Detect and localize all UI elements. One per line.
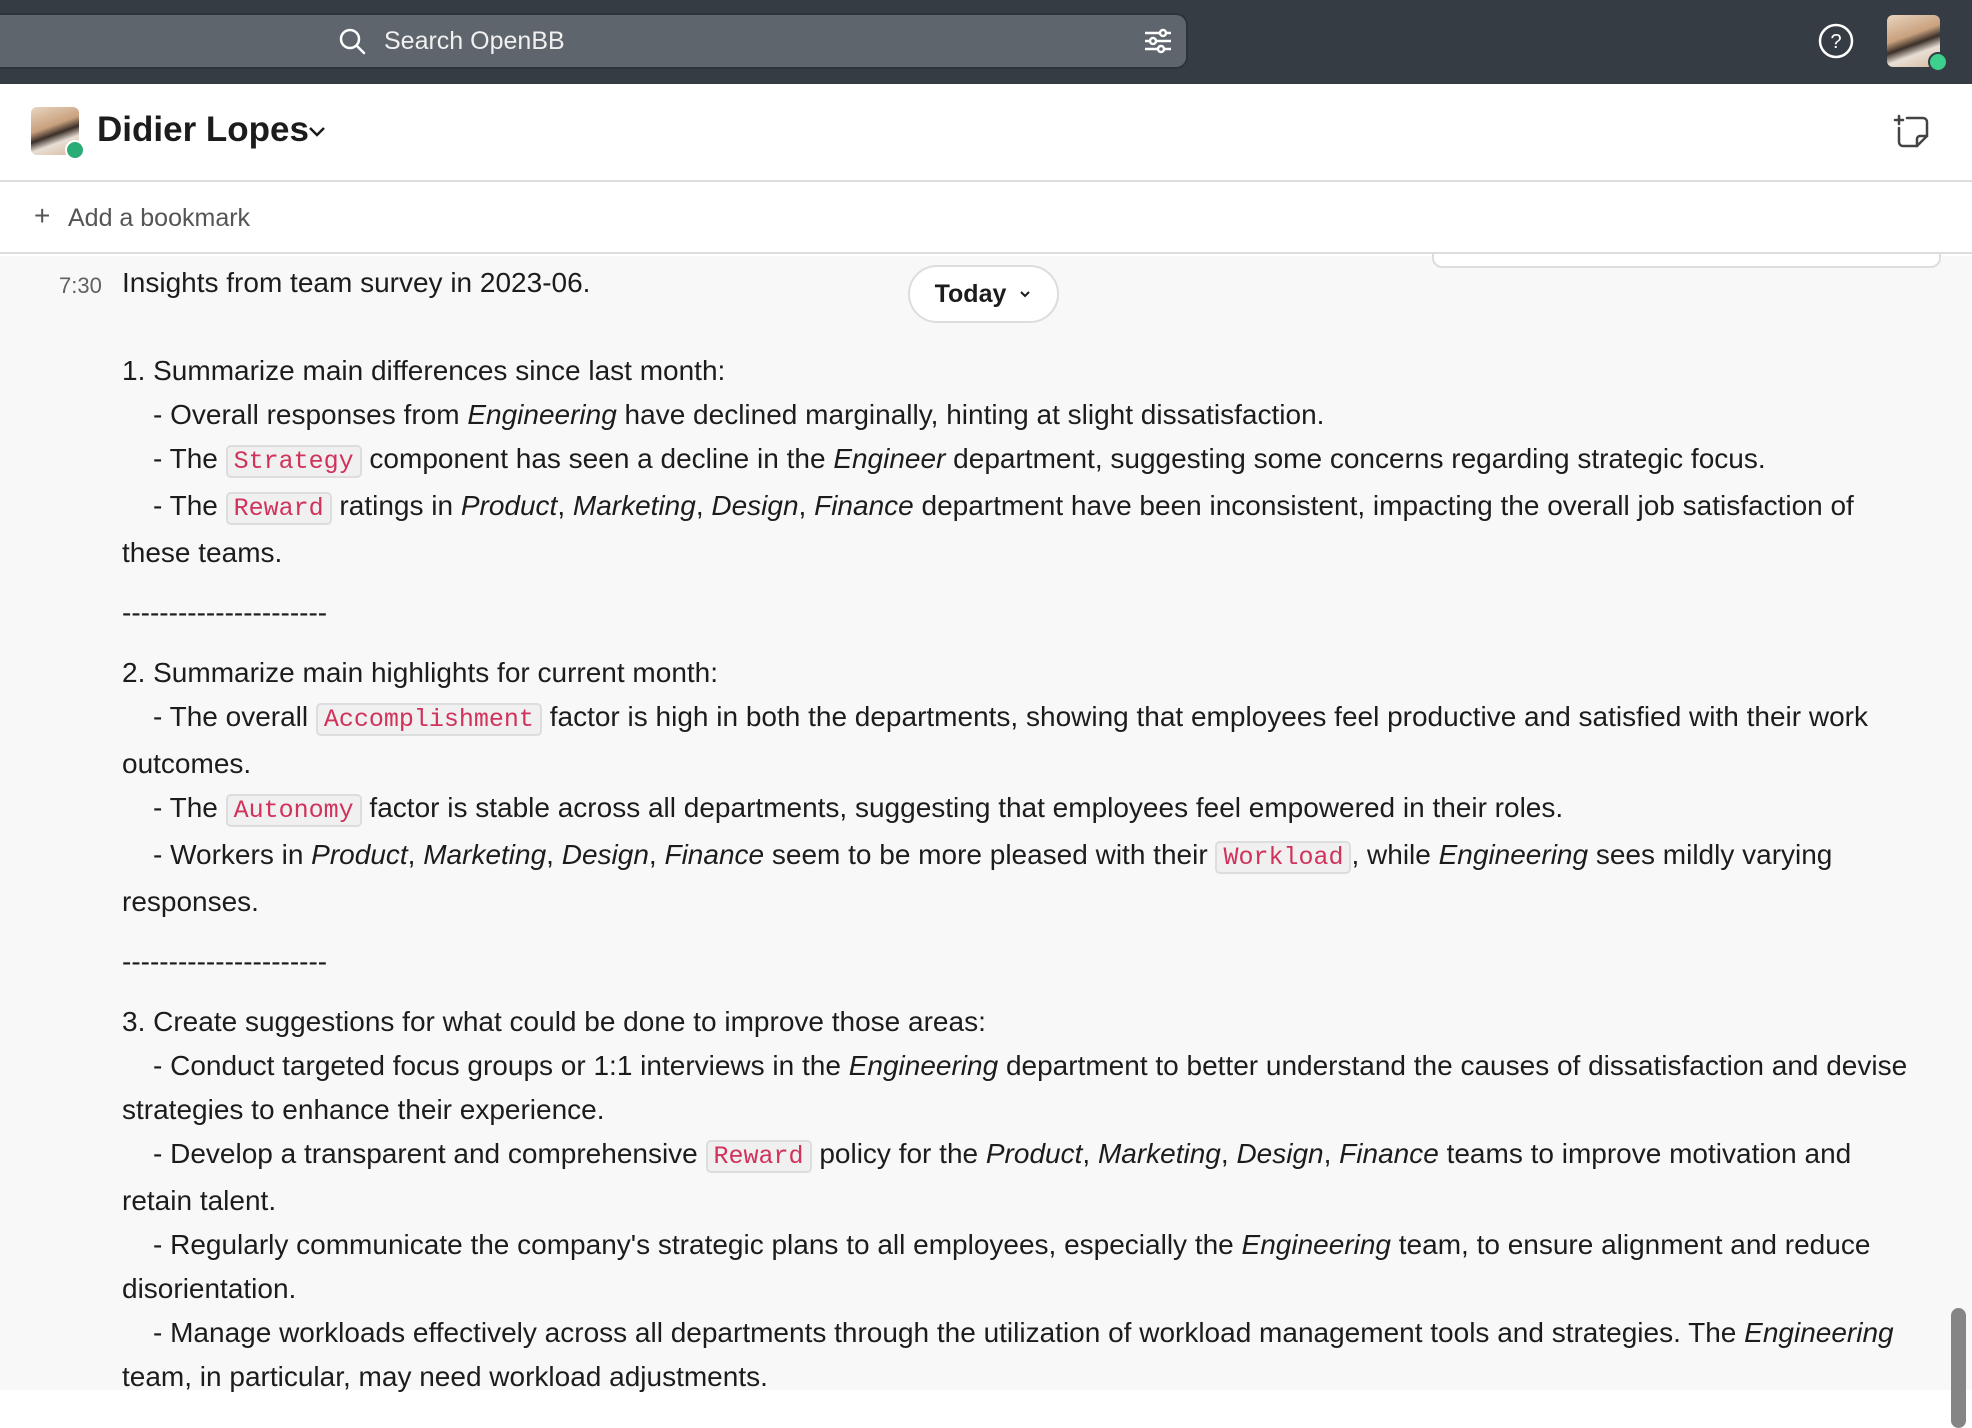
text-segment: ---------------------- xyxy=(122,946,328,977)
text-segment: , xyxy=(695,490,712,521)
message-paragraph-divider: ---------------------- xyxy=(122,591,1922,635)
text-segment: policy for the xyxy=(811,1138,986,1169)
text-segment: , xyxy=(407,839,424,870)
add-bookmark-button[interactable]: Add a bookmark xyxy=(68,204,250,233)
text-segment: 3. Create suggestions for what could be … xyxy=(122,1006,986,1037)
plus-icon[interactable]: + xyxy=(34,200,50,232)
scrollbar[interactable] xyxy=(1951,1308,1966,1428)
presence-indicator xyxy=(65,140,85,160)
message-paragraph-bullet: - The Strategy component has seen a decl… xyxy=(122,437,1922,484)
italic-text: Marketing xyxy=(1097,1138,1221,1169)
message-paragraph-bullet: - Develop a transparent and comprehensiv… xyxy=(122,1132,1922,1223)
italic-text: Finance xyxy=(814,490,914,521)
message-paragraph-bullet: - The Autonomy factor is stable across a… xyxy=(122,786,1922,833)
text-segment: - Conduct targeted focus groups or 1:1 i… xyxy=(153,1050,849,1081)
italic-text: Product xyxy=(311,839,408,870)
italic-text: Engineering xyxy=(848,1050,999,1081)
inline-code: Autonomy xyxy=(225,794,362,827)
inline-code: Strategy xyxy=(225,445,362,478)
message-paragraph-heading: 1. Summarize main differences since last… xyxy=(122,349,1922,393)
new-canvas-icon[interactable] xyxy=(1893,112,1933,157)
text-segment: seem to be more pleased with their xyxy=(764,839,1216,870)
italic-text: Finance xyxy=(1339,1138,1439,1169)
inline-code: Reward xyxy=(225,492,332,525)
italic-text: Engineering xyxy=(467,399,617,430)
message-paragraph-bullet: - The Reward ratings in Product, Marketi… xyxy=(122,484,1922,575)
italic-text: Design xyxy=(561,839,649,870)
message-paragraph-bullet: - Workers in Product, Marketing, Design,… xyxy=(122,833,1922,924)
text-segment: - Manage workloads effectively across al… xyxy=(153,1317,1745,1348)
message-paragraph-heading: 3. Create suggestions for what could be … xyxy=(122,1000,1922,1044)
text-segment: Insights from team survey in 2023-06. xyxy=(122,267,591,298)
message-paragraph-bullet: - The overall Accomplishment factor is h… xyxy=(122,695,1922,786)
chevron-down-icon[interactable] xyxy=(306,120,328,147)
text-segment: have declined marginally, hinting at sli… xyxy=(616,399,1325,430)
text-segment: - Regularly communicate the company's st… xyxy=(153,1229,1242,1260)
top-bar: Search OpenBB ? xyxy=(0,0,1972,84)
inline-code: Reward xyxy=(705,1140,812,1173)
filter-icon[interactable] xyxy=(1143,27,1173,60)
text-segment: , xyxy=(1323,1138,1340,1169)
svg-text:?: ? xyxy=(1830,31,1841,53)
date-divider-label: Today xyxy=(934,279,1007,308)
presence-indicator xyxy=(1928,52,1948,72)
text-segment: - Develop a transparent and comprehensiv… xyxy=(153,1138,706,1169)
message-paragraph-bullet: - Regularly communicate the company's st… xyxy=(122,1223,1922,1311)
message-paragraph-divider: ---------------------- xyxy=(122,940,1922,984)
italic-text: Finance xyxy=(664,839,765,870)
text-segment: , xyxy=(1082,1138,1098,1169)
text-segment: , xyxy=(798,490,815,521)
text-segment: , xyxy=(546,839,562,870)
italic-text: Marketing xyxy=(423,839,547,870)
italic-text: Marketing xyxy=(572,490,696,521)
italic-text: Design xyxy=(1236,1138,1324,1169)
italic-text: Design xyxy=(711,490,799,521)
text-segment: , xyxy=(648,839,665,870)
inline-code: Accomplishment xyxy=(315,703,542,736)
channel-name[interactable]: Didier Lopes xyxy=(97,110,309,150)
text-segment: , xyxy=(1220,1138,1237,1169)
text-segment: - The overall xyxy=(153,701,316,732)
search-placeholder: Search OpenBB xyxy=(384,27,565,55)
inline-code: Workload xyxy=(1215,841,1352,874)
message-body: Insights from team survey in 2023-06. 1. … xyxy=(122,261,1922,1399)
italic-text: Product xyxy=(460,490,558,521)
message-paragraph-bullet: - Conduct targeted focus groups or 1:1 i… xyxy=(122,1044,1922,1132)
text-segment: ratings in xyxy=(331,490,461,521)
message-paragraph-bullet: - Manage workloads effectively across al… xyxy=(122,1311,1922,1399)
text-segment: - The xyxy=(153,792,226,823)
message-timestamp[interactable]: 7:30 xyxy=(59,273,102,299)
text-segment: - Workers in xyxy=(153,839,312,870)
italic-text: Engineer xyxy=(833,443,946,474)
help-icon[interactable]: ? xyxy=(1817,22,1855,65)
text-segment: team, in particular, may need workload a… xyxy=(122,1361,768,1392)
italic-text: Product xyxy=(985,1138,1083,1169)
text-segment: department, suggesting some concerns reg… xyxy=(945,443,1766,474)
text-segment: ---------------------- xyxy=(122,597,328,628)
text-segment: , while xyxy=(1351,839,1439,870)
message-paragraph-bullet: - Overall responses from Engineering hav… xyxy=(122,393,1922,437)
search-icon xyxy=(338,27,366,60)
text-segment: component has seen a decline in the xyxy=(361,443,834,474)
text-segment: 2. Summarize main highlights for current… xyxy=(122,657,719,688)
italic-text: Engineering xyxy=(1438,839,1589,870)
chevron-down-icon xyxy=(1020,291,1031,298)
text-segment: 1. Summarize main differences since last… xyxy=(122,355,726,386)
message-paragraph-heading: 2. Summarize main highlights for current… xyxy=(122,651,1922,695)
text-segment: - The xyxy=(153,443,226,474)
search-bar[interactable]: Search OpenBB xyxy=(0,15,1186,67)
text-segment: , xyxy=(557,490,573,521)
date-divider-button[interactable]: Today xyxy=(908,265,1059,323)
italic-text: Engineering xyxy=(1241,1229,1391,1260)
channel-header: Didier Lopes xyxy=(0,84,1972,182)
bookmark-bar: + Add a bookmark xyxy=(0,182,1972,254)
text-segment: - The xyxy=(153,490,226,521)
text-segment: - Overall responses from xyxy=(153,399,468,430)
italic-text: Engineering xyxy=(1744,1317,1894,1348)
text-segment: factor is stable across all departments,… xyxy=(361,792,1564,823)
